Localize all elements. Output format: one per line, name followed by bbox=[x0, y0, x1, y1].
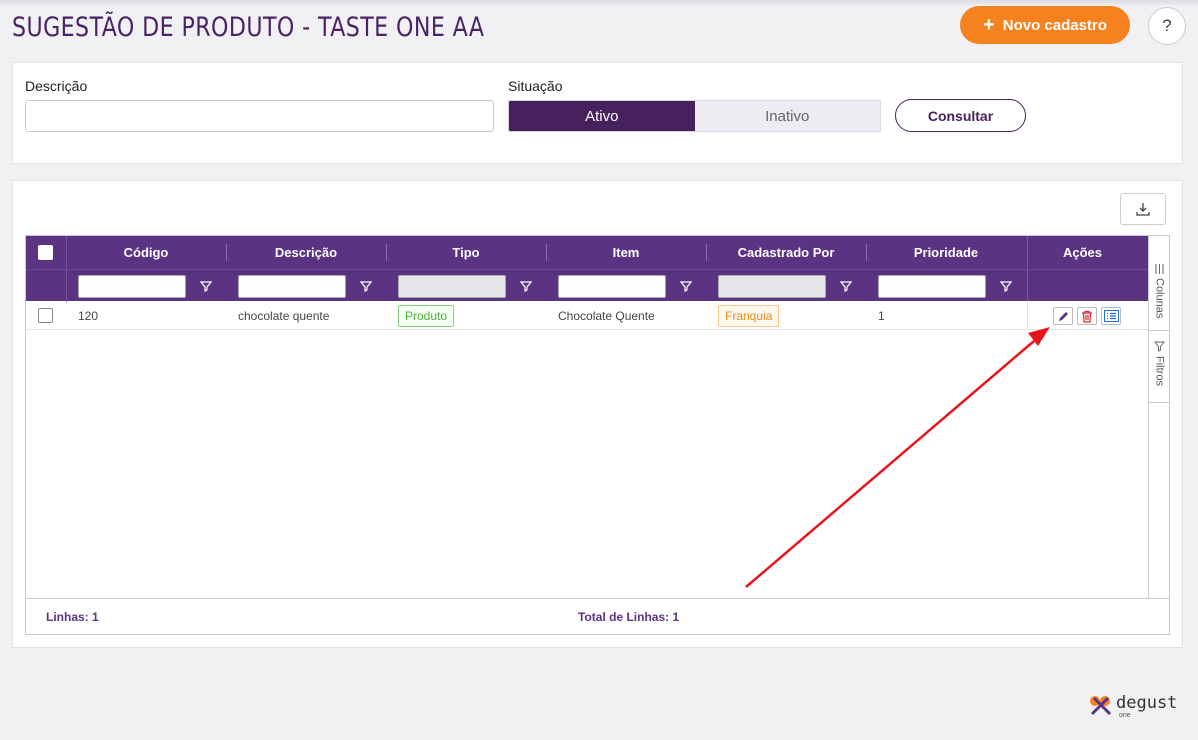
brand-sub: one bbox=[1119, 712, 1131, 719]
degust-logo bbox=[1090, 696, 1112, 716]
brand-name: degust bbox=[1116, 693, 1178, 713]
brand-logo: degust one bbox=[1088, 694, 1177, 720]
annotation-arrow bbox=[745, 327, 1050, 588]
